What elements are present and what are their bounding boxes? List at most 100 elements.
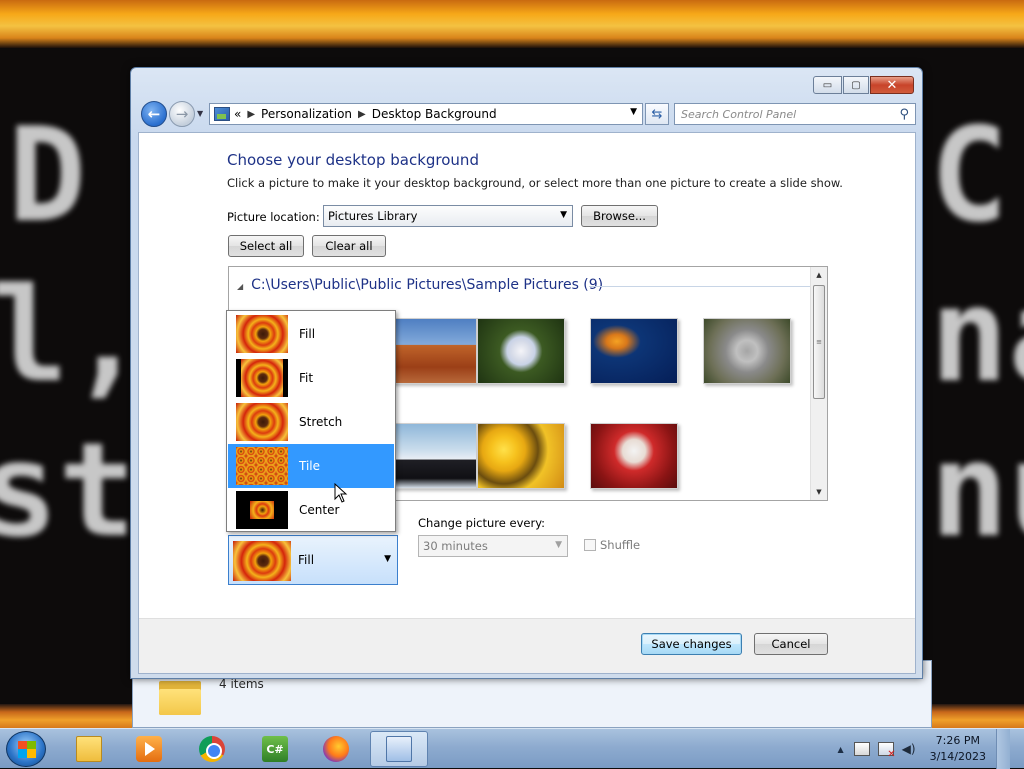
wallpaper-text: na <box>930 259 1024 411</box>
collapse-icon[interactable]: ◢ <box>237 282 243 291</box>
option-label: Center <box>299 503 340 517</box>
mouse-pointer-icon <box>334 483 348 503</box>
media-player-icon <box>136 736 162 762</box>
network-disconnected-icon[interactable] <box>877 742 896 760</box>
clock-date: 3/14/2023 <box>929 750 986 763</box>
save-changes-button[interactable]: Save changes <box>641 633 742 655</box>
show-hidden-icons-icon[interactable]: ▲ <box>837 745 843 754</box>
chevron-down-icon: ▼ <box>560 210 567 220</box>
thumbnail-hydrangeas[interactable] <box>477 318 565 384</box>
clock[interactable]: 7:26 PM 3/14/2023 <box>930 733 986 765</box>
refresh-button[interactable]: ⇆ <box>645 103 669 125</box>
fill-preview-image <box>236 315 288 353</box>
picture-location-value: Pictures Library <box>328 209 418 223</box>
position-option-stretch[interactable]: Stretch <box>228 400 394 444</box>
browse-button[interactable]: Browse... <box>581 205 658 227</box>
group-header[interactable]: ◢ C:\Users\Public\Public Pictures\Sample … <box>237 277 603 293</box>
taskbar-explorer[interactable] <box>60 731 118 767</box>
close-icon: ✕ <box>886 77 898 93</box>
clear-all-button[interactable]: Clear all <box>312 235 386 257</box>
page-title: Choose your desktop background <box>227 151 479 169</box>
volume-icon[interactable]: ◀) <box>902 742 916 756</box>
wallpaper-text: nu <box>930 414 1024 566</box>
shuffle-checkbox[interactable]: Shuffle <box>584 538 640 552</box>
thumbnail-tulips[interactable] <box>477 423 565 489</box>
breadcrumb-overflow[interactable]: « <box>234 107 241 121</box>
option-label: Fill <box>299 327 316 341</box>
position-option-center[interactable]: Center <box>228 488 394 532</box>
taskbar-control-panel[interactable] <box>370 731 428 767</box>
wallpaper-text: C <box>930 99 1009 251</box>
action-center-icon[interactable] <box>853 742 870 756</box>
scrollbar-thumb[interactable]: ≡ <box>813 285 825 399</box>
chevron-down-icon: ▼ <box>197 109 204 118</box>
thumbnail-jellyfish[interactable] <box>590 318 678 384</box>
taskbar-chrome[interactable] <box>183 731 241 767</box>
stretch-preview-image <box>236 403 288 441</box>
show-desktop-button[interactable] <box>996 729 1010 769</box>
scroll-down-icon[interactable]: ▼ <box>811 484 827 500</box>
taskbar: C# ▲ ◀) 7:26 PM 3/14/2023 <box>0 728 1024 769</box>
picture-location-select[interactable]: Pictures Library ▼ <box>323 205 573 227</box>
wallpaper-text: D <box>8 99 87 251</box>
position-preview-image <box>233 541 291 581</box>
select-all-button[interactable]: Select all <box>228 235 304 257</box>
interval-value: 30 minutes <box>423 539 488 553</box>
breadcrumb-separator-icon[interactable]: ▶ <box>247 109 255 120</box>
interval-select[interactable]: 30 minutes ▼ <box>418 535 568 557</box>
clock-time: 7:26 PM <box>935 734 980 747</box>
start-button[interactable] <box>6 731 46 767</box>
thumbnail-penguins[interactable] <box>389 423 477 489</box>
position-option-fit[interactable]: Fit <box>228 356 394 400</box>
firefox-icon <box>323 736 349 762</box>
address-dropdown-icon[interactable]: ▼ <box>630 107 637 117</box>
maximize-icon: ▢ <box>851 79 861 91</box>
thumbnail-santa[interactable] <box>590 423 678 489</box>
taskbar-media-player[interactable] <box>120 731 178 767</box>
address-bar[interactable]: « ▶ Personalization ▶ Desktop Background… <box>209 103 643 125</box>
breadcrumb-separator-icon[interactable]: ▶ <box>358 109 366 120</box>
thumbnail-koala[interactable] <box>703 318 791 384</box>
control-panel-icon <box>386 736 412 762</box>
picture-position-dropdown-list: Fill Fit Stretch Tile Center <box>226 310 396 532</box>
close-button[interactable]: ✕ <box>870 76 914 94</box>
fit-preview-image <box>236 359 288 397</box>
tile-preview-image <box>236 447 288 485</box>
checkbox-box[interactable] <box>584 539 596 551</box>
option-label: Fit <box>299 371 314 385</box>
taskbar-csharp[interactable]: C# <box>246 731 304 767</box>
caption-buttons: ▭ ▢ ✕ <box>813 76 914 94</box>
page-description: Click a picture to make it your desktop … <box>227 176 843 190</box>
back-button[interactable]: ← <box>141 101 167 127</box>
scroll-up-icon[interactable]: ▲ <box>811 267 827 283</box>
breadcrumb-desktop-background[interactable]: Desktop Background <box>372 107 497 121</box>
wallpaper-text: l, <box>0 259 147 411</box>
position-option-tile[interactable]: Tile <box>228 444 394 488</box>
cancel-button[interactable]: Cancel <box>754 633 828 655</box>
taskbar-firefox[interactable] <box>307 731 365 767</box>
folder-icon <box>159 677 201 715</box>
refresh-icon: ⇆ <box>651 106 663 122</box>
wallpaper-top-stripe <box>0 0 1024 48</box>
arrow-left-icon: ← <box>147 105 161 123</box>
change-picture-label: Change picture every: <box>418 516 546 530</box>
breadcrumb-personalization[interactable]: Personalization <box>261 107 352 121</box>
picture-location-label: Picture location: <box>227 210 320 224</box>
gallery-scrollbar[interactable]: ▲ ≡ ▼ <box>810 267 827 500</box>
chevron-down-icon: ▼ <box>555 540 562 550</box>
search-icon[interactable]: ⚲ <box>899 107 909 122</box>
option-label: Tile <box>299 459 321 473</box>
minimize-button[interactable]: ▭ <box>813 76 842 94</box>
maximize-button[interactable]: ▢ <box>843 76 869 94</box>
navigation-bar: ← → ▼ « ▶ Personalization ▶ Desktop Back… <box>139 99 916 127</box>
item-count: 4 items <box>219 677 264 691</box>
position-option-fill[interactable]: Fill <box>228 312 394 356</box>
control-panel-icon <box>214 107 230 121</box>
windows-logo-icon <box>18 741 36 758</box>
picture-position-select[interactable]: Fill ▼ <box>228 535 398 585</box>
forward-button[interactable]: → <box>169 101 195 127</box>
csharp-icon: C# <box>262 736 288 762</box>
search-input[interactable]: Search Control Panel ⚲ <box>674 103 916 125</box>
recent-pages-button[interactable]: ▼ <box>197 109 203 118</box>
thumbnail-desert[interactable] <box>389 318 477 384</box>
